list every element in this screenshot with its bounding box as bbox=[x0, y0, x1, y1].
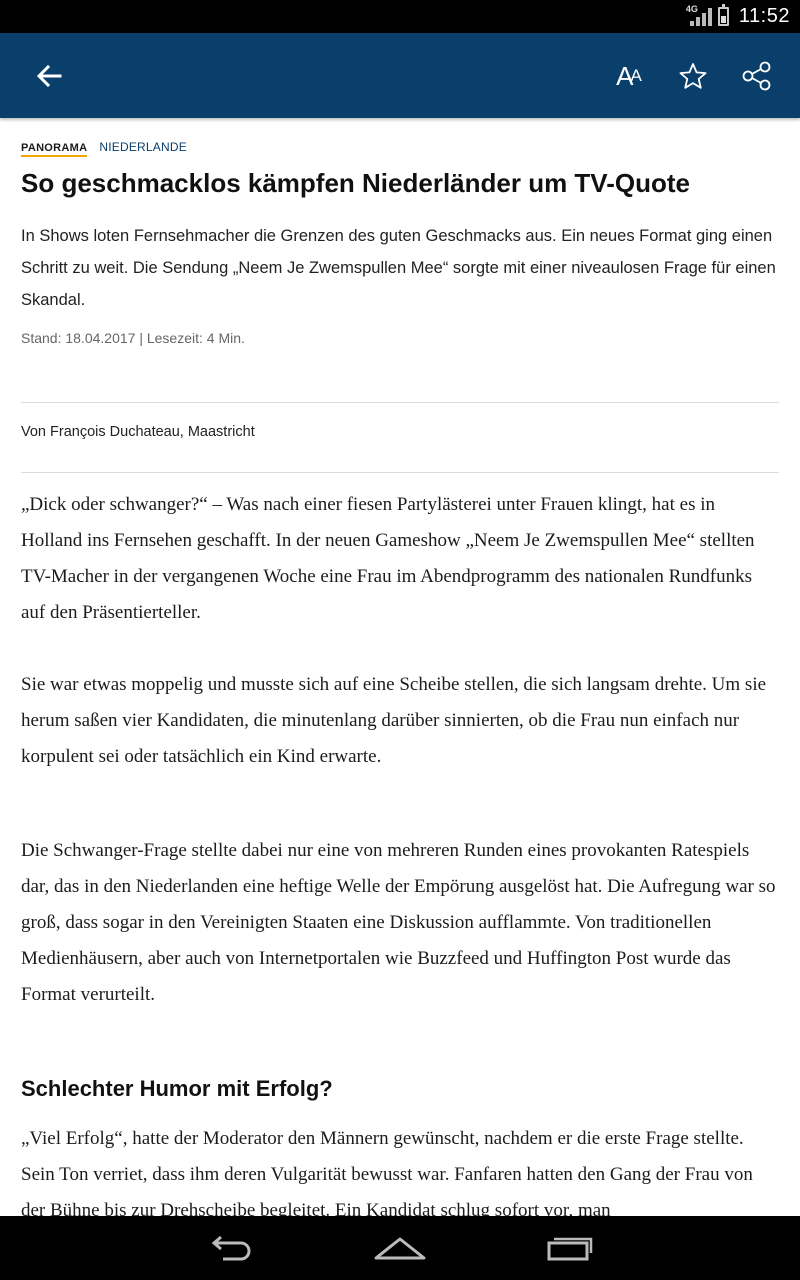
font-size-button[interactable]: AA bbox=[604, 51, 654, 101]
home-nav-icon bbox=[374, 1237, 426, 1260]
star-icon bbox=[679, 63, 707, 89]
system-nav-bar bbox=[0, 1216, 800, 1280]
arrow-left-icon bbox=[36, 65, 62, 87]
clock: 11:52 bbox=[738, 5, 790, 27]
nav-home-button[interactable] bbox=[365, 1228, 435, 1268]
article-teaser: In Shows loten Fernsehmacher die Grenzen… bbox=[21, 227, 776, 309]
article-subheading: Schlechter Humor mit Erfolg? bbox=[21, 1076, 333, 1101]
app-toolbar: AA bbox=[0, 33, 800, 118]
nav-recent-button[interactable] bbox=[535, 1228, 605, 1268]
font-size-icon-small: A bbox=[630, 66, 642, 85]
article-paragraph: Sie war etwas moppelig und musste sich a… bbox=[21, 674, 767, 767]
signal-icon: 4G bbox=[686, 4, 712, 26]
status-bar: 4G 11:52 bbox=[0, 0, 800, 33]
back-nav-icon bbox=[211, 1235, 251, 1261]
section-tag[interactable]: PANORAMA bbox=[21, 142, 88, 157]
article-author: Von François Duchateau, Maastricht bbox=[21, 424, 255, 440]
back-button[interactable] bbox=[24, 51, 74, 101]
article-paragraph: „Dick oder schwanger?“ – Was nach einer … bbox=[21, 494, 755, 623]
topic-tag[interactable]: NIEDERLANDE bbox=[99, 140, 187, 154]
article-meta: Stand: 18.04.2017 | Lesezeit: 4 Min. bbox=[21, 330, 245, 346]
battery-icon bbox=[717, 4, 729, 26]
nav-back-button[interactable] bbox=[195, 1228, 265, 1268]
share-button[interactable] bbox=[732, 51, 782, 101]
divider bbox=[21, 472, 779, 473]
network-type: 4G bbox=[685, 3, 698, 14]
article-paragraph: Die Schwanger-Frage stellte dabei nur ei… bbox=[21, 840, 776, 1005]
share-icon bbox=[742, 61, 771, 91]
favorite-button[interactable] bbox=[668, 51, 718, 101]
recent-apps-icon bbox=[547, 1237, 593, 1261]
article-paragraph: „Viel Erfolg“, hatte der Moderator den M… bbox=[21, 1128, 753, 1221]
divider bbox=[21, 402, 779, 403]
article-headline: So geschmacklos kämpfen Niederländer um … bbox=[21, 168, 690, 198]
article-tags: PANORAMA NIEDERLANDE bbox=[21, 140, 187, 157]
